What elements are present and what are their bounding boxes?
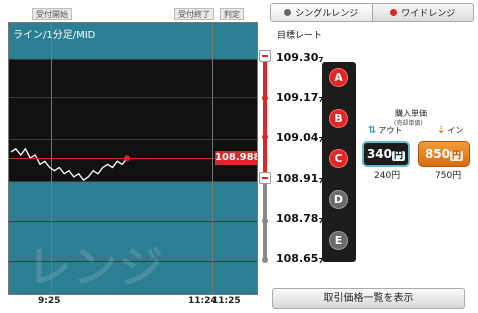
- x-tick-label: 9:25: [38, 296, 61, 306]
- wide-range-tab[interactable]: ワイドレンジ: [373, 4, 474, 21]
- level-label: 108.787: [276, 212, 324, 225]
- chart-plot[interactable]: レンジ ライン/1分足/MID 108.988: [8, 22, 258, 295]
- range-slider-handle-top[interactable]: [259, 50, 271, 62]
- in-payout: 750円: [435, 171, 462, 181]
- chart-panel: 受付開始 受付終了 判定 レンジ ライン/1分足/MID 108.988 9:2…: [0, 0, 260, 313]
- x-tick-label: 11:25: [212, 296, 241, 306]
- out-side-label: ⇅ アウト: [368, 125, 403, 136]
- slider-stop[interactable]: [262, 218, 268, 224]
- judge-label: 判定: [220, 8, 244, 20]
- slider-stop[interactable]: [262, 95, 268, 101]
- wide-range-label: ワイドレンジ: [401, 9, 456, 19]
- level-label: 109.177: [276, 91, 324, 104]
- range-option-e[interactable]: E: [329, 231, 348, 250]
- range-slider-selected: [263, 50, 267, 178]
- level-label: 108.657: [276, 252, 324, 265]
- range-option-b[interactable]: B: [329, 109, 348, 128]
- slider-stop[interactable]: [262, 134, 268, 140]
- in-arrows-icon: ⇣: [437, 125, 446, 136]
- series-line: [10, 147, 128, 181]
- range-type-toggle: シングルレンジ ワイドレンジ: [270, 3, 474, 22]
- range-option-c[interactable]: C: [329, 149, 348, 168]
- in-side-label: ⇣ イン: [437, 125, 464, 136]
- show-price-list-button[interactable]: 取引価格一覧を表示: [272, 288, 465, 309]
- level-label: 109.307: [276, 51, 324, 64]
- buy-out-button[interactable]: 340 円: [362, 141, 410, 167]
- out-arrows-icon: ⇅: [368, 125, 377, 136]
- slider-stop[interactable]: [262, 257, 268, 263]
- chart-header: 受付開始 受付終了 判定: [0, 8, 260, 22]
- dot-icon: [390, 9, 398, 16]
- range-option-a[interactable]: A: [329, 68, 348, 87]
- single-range-tab[interactable]: シングルレンジ: [271, 4, 373, 21]
- single-range-label: シングルレンジ: [295, 9, 359, 19]
- buy-in-button[interactable]: 850 円: [418, 141, 470, 167]
- level-label: 108.917: [276, 172, 324, 185]
- accept-start-label: 受付開始: [32, 8, 72, 20]
- accept-end-label: 受付終了: [174, 8, 214, 20]
- current-price-tag: 108.988: [215, 151, 258, 165]
- dot-icon: [284, 9, 292, 16]
- range-option-d[interactable]: D: [329, 190, 348, 209]
- level-label: 109.047: [276, 131, 324, 144]
- out-payout: 240円: [374, 171, 401, 181]
- target-rate-label: 目標レート: [277, 31, 323, 41]
- range-slider-handle-bottom[interactable]: [259, 172, 271, 184]
